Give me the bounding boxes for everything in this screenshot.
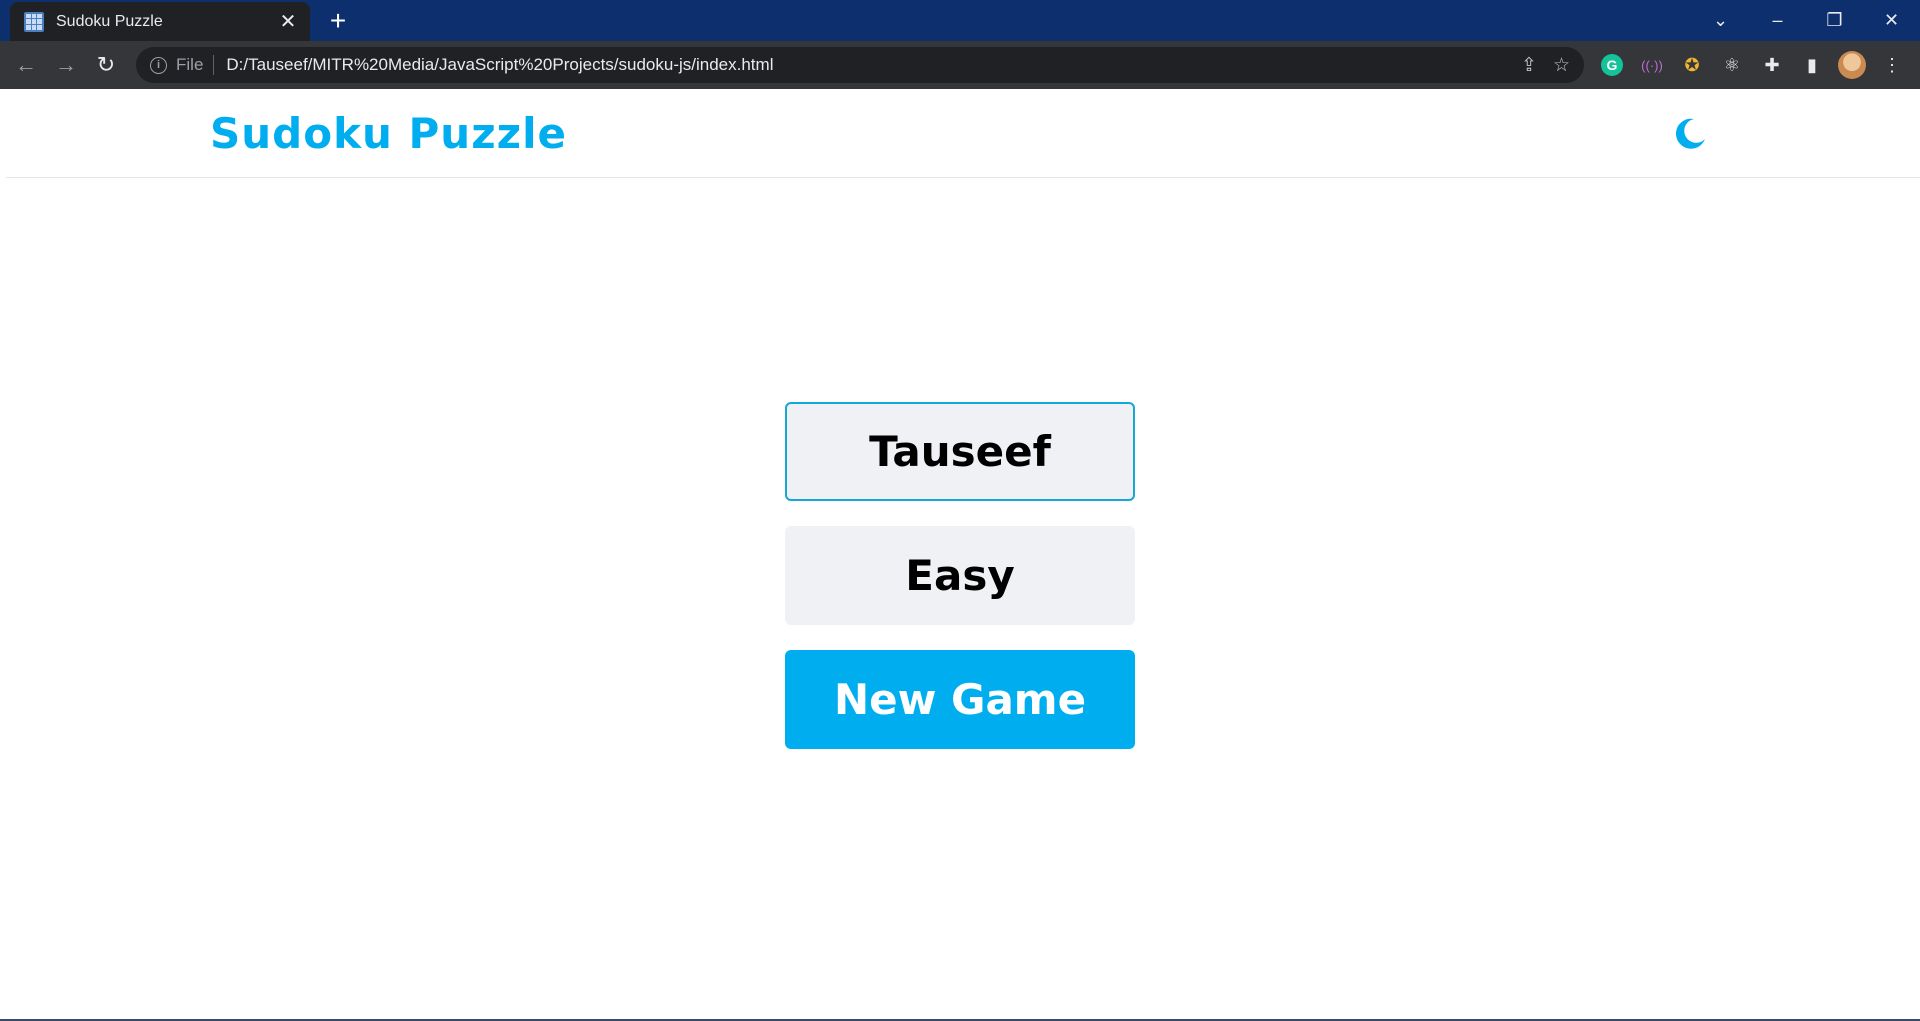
react-devtools-icon[interactable]: ⚛ <box>1718 51 1746 79</box>
extensions-area: G ((·)) ✪ ⚛ ✚ ▮ ⋮ <box>1598 47 1906 83</box>
color-extension-icon[interactable]: ✪ <box>1678 51 1706 79</box>
side-panel-icon[interactable]: ▮ <box>1798 51 1826 79</box>
avatar <box>1838 51 1866 79</box>
browser-menu-icon[interactable]: ⋮ <box>1878 51 1906 79</box>
tab-search-icon[interactable]: ⌄ <box>1692 0 1749 41</box>
forward-button[interactable]: → <box>46 45 86 85</box>
player-name-input[interactable] <box>785 402 1135 501</box>
window-controls: ⌄ – ❐ ✕ <box>1692 0 1920 41</box>
page-viewport: Sudoku Puzzle Easy New Game <box>0 89 1920 1021</box>
browser-tab[interactable]: Sudoku Puzzle ✕ <box>10 2 310 41</box>
sudoku-favicon-icon <box>24 11 44 32</box>
back-button[interactable]: ← <box>6 45 46 85</box>
new-game-button[interactable]: New Game <box>785 650 1135 749</box>
extensions-puzzle-icon[interactable]: ✚ <box>1758 51 1786 79</box>
reload-button[interactable]: ↻ <box>86 45 126 85</box>
grammarly-icon: G <box>1601 54 1623 76</box>
url-text[interactable]: D:/Tauseef/MITR%20Media/JavaScript%20Pro… <box>226 55 1521 75</box>
moon-icon <box>1675 118 1705 149</box>
close-window-button[interactable]: ✕ <box>1863 0 1920 41</box>
app-header: Sudoku Puzzle <box>6 89 1920 178</box>
site-info-icon[interactable]: i <box>150 56 167 74</box>
difficulty-level-button[interactable]: Easy <box>785 526 1135 625</box>
restore-button[interactable]: ❐ <box>1806 0 1863 41</box>
dark-mode-toggle[interactable] <box>1670 113 1710 153</box>
broadcast-extension-icon[interactable]: ((·)) <box>1638 51 1666 79</box>
grammarly-extension[interactable]: G <box>1598 51 1626 79</box>
browser-toolbar: ← → ↻ i File D:/Tauseef/MITR%20Media/Jav… <box>0 41 1920 89</box>
omnibox-divider <box>213 55 215 75</box>
address-bar[interactable]: i File D:/Tauseef/MITR%20Media/JavaScrip… <box>136 47 1584 83</box>
browser-tabstrip: Sudoku Puzzle ✕ + ⌄ – ❐ ✕ <box>0 0 1920 41</box>
profile-avatar[interactable] <box>1838 51 1866 79</box>
share-icon[interactable]: ⇪ <box>1521 54 1537 77</box>
new-tab-button[interactable]: + <box>324 7 352 36</box>
minimize-button[interactable]: – <box>1749 0 1806 41</box>
start-screen: Easy New Game <box>785 402 1135 749</box>
close-tab-icon[interactable]: ✕ <box>278 12 298 32</box>
scheme-label: File <box>176 55 204 74</box>
tab-title: Sudoku Puzzle <box>56 12 163 30</box>
page-title: Sudoku Puzzle <box>210 109 567 158</box>
bookmark-star-icon[interactable]: ☆ <box>1553 54 1570 77</box>
